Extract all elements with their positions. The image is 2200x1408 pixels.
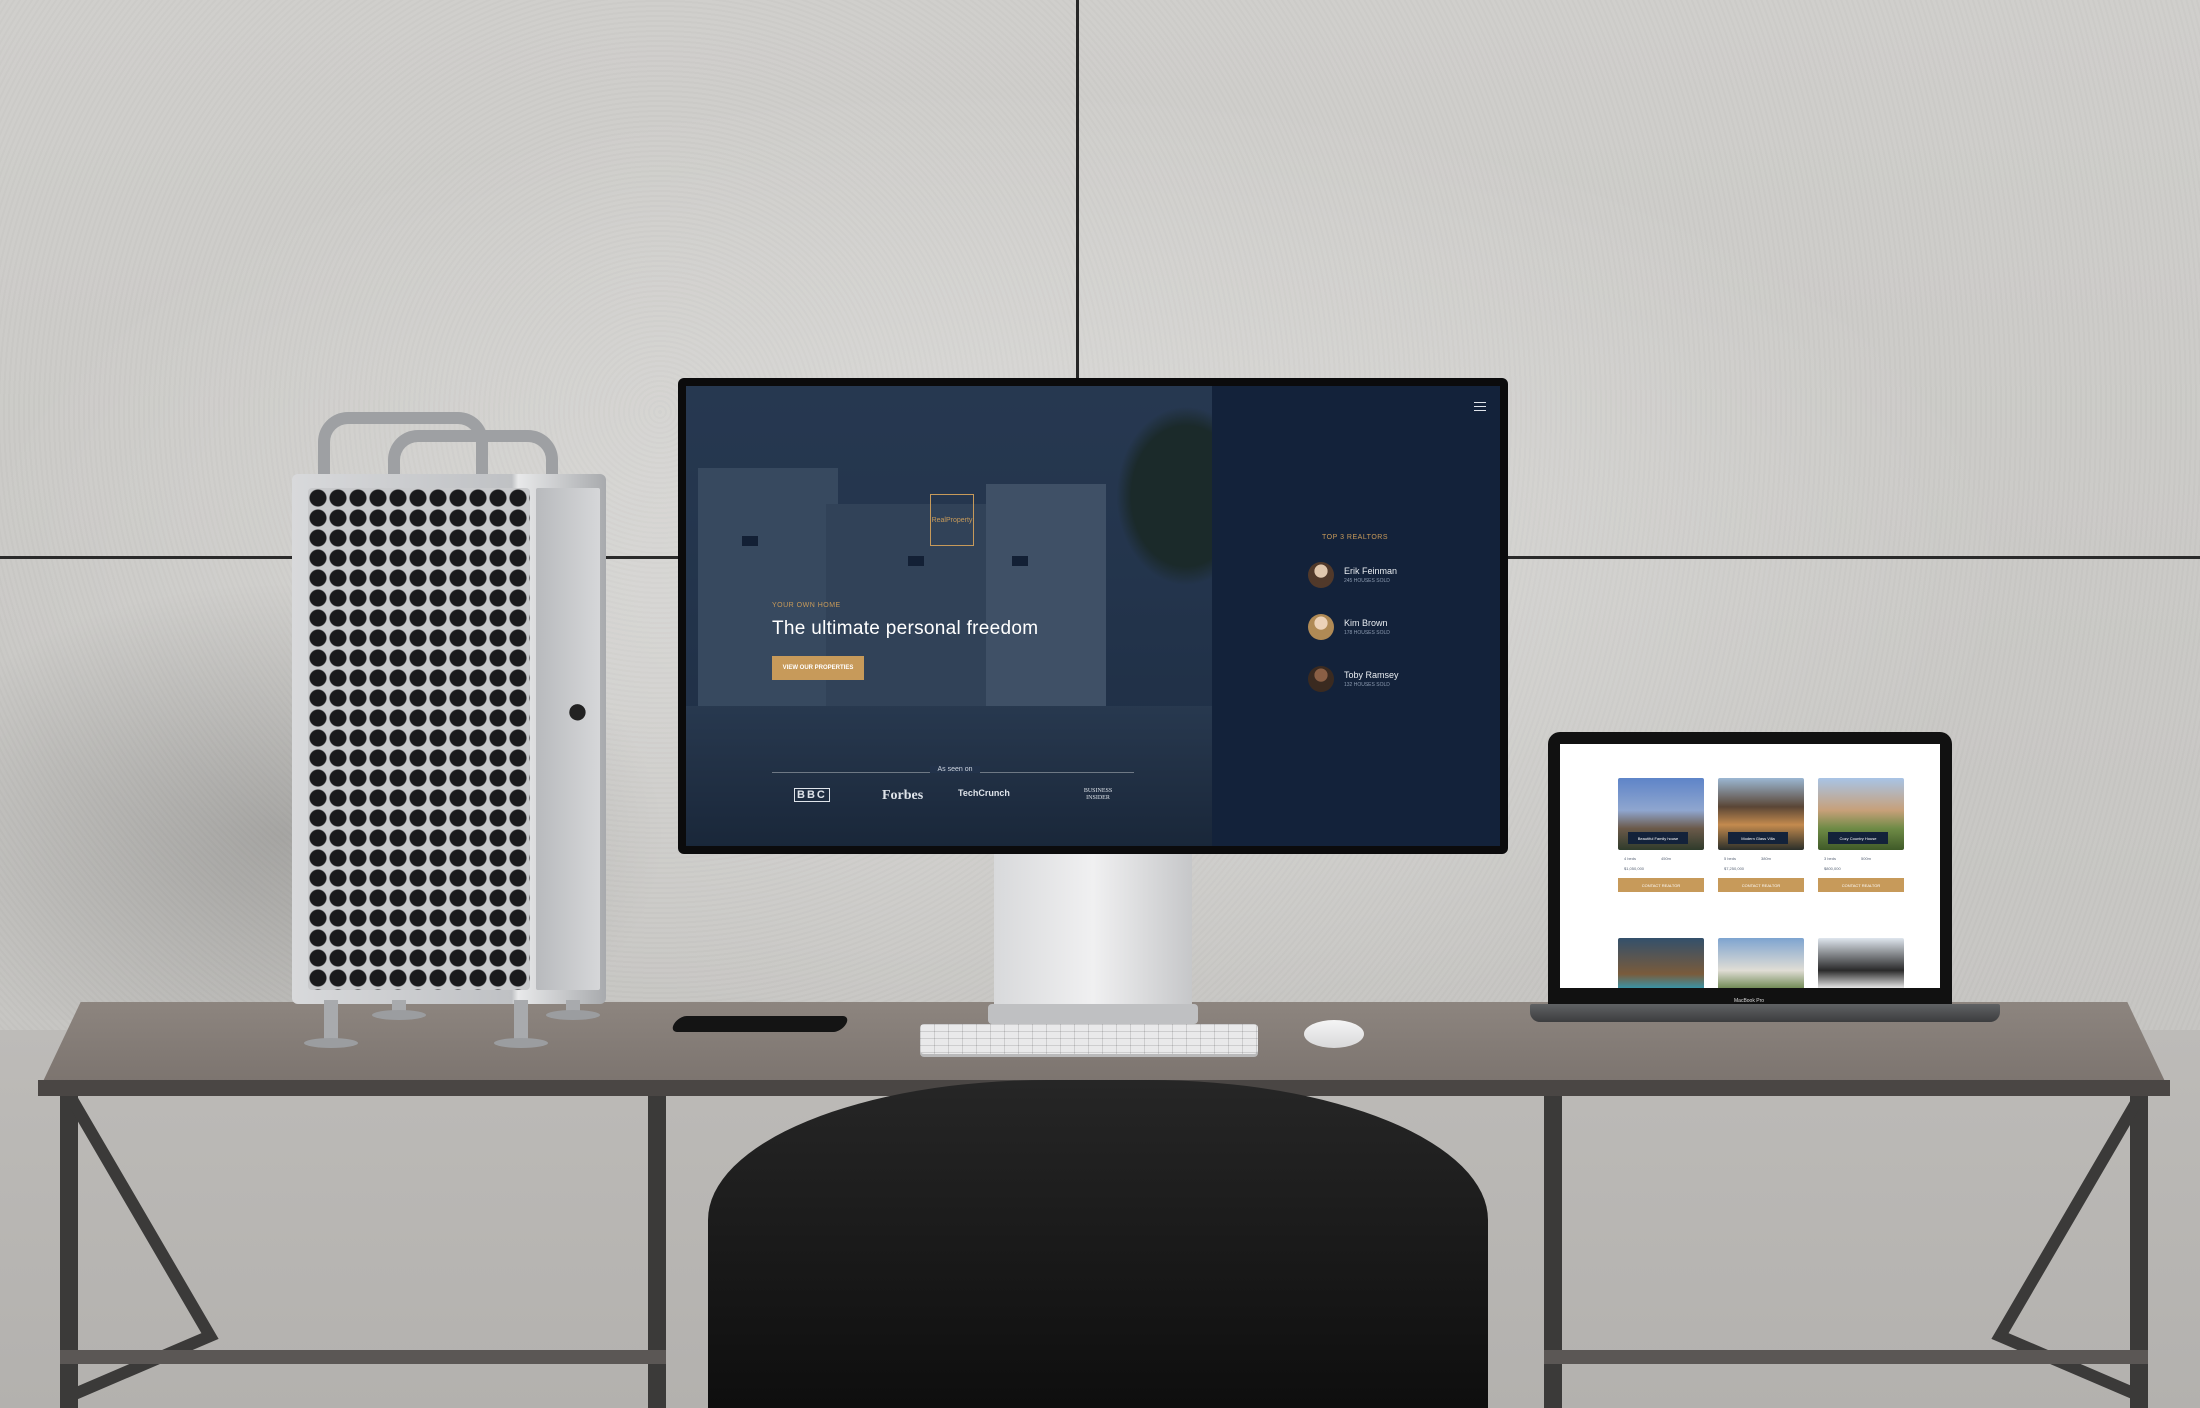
tower-foot	[494, 1000, 548, 1048]
monitor-stand-base	[988, 1004, 1198, 1024]
property-meta: 4 beds 450m $1,050,000	[1618, 850, 1704, 878]
realtors-panel: TOP 3 REALTORS Erik Feinman 245 HOUSES S…	[1212, 386, 1500, 846]
as-seen-label: As seen on	[930, 766, 980, 773]
laptop: Beautiful Family house 4 beds 450m $1,05…	[1548, 732, 1952, 1004]
property-name: Modern Glass Villa	[1728, 832, 1788, 844]
contact-realtor-button[interactable]: CONTACT REALTOR	[1818, 878, 1904, 892]
desk-shelf	[60, 1350, 666, 1364]
press-logo-bbc: BBC	[794, 788, 830, 802]
property-card[interactable]	[1718, 938, 1804, 988]
realtor-item[interactable]: Erik Feinman 245 HOUSES SOLD	[1308, 562, 1397, 588]
property-photo: Modern Glass Villa	[1718, 778, 1804, 850]
hero-title: The ultimate personal freedom	[772, 618, 1039, 639]
hamburger-icon[interactable]	[1474, 402, 1486, 414]
property-card[interactable]: Beautiful Family house 4 beds 450m $1,05…	[1618, 778, 1704, 892]
property-area: 380m	[1761, 856, 1772, 861]
office-chair	[708, 1080, 1488, 1408]
site-logo[interactable]: RealProperty	[930, 494, 974, 546]
property-card[interactable]	[1618, 938, 1704, 988]
realtor-item[interactable]: Toby Ramsey 132 HOUSES SOLD	[1308, 666, 1399, 692]
property-photo	[1618, 938, 1704, 988]
tower-foot	[546, 1000, 600, 1020]
realtor-item[interactable]: Kim Brown 178 HOUSES SOLD	[1308, 614, 1390, 640]
property-photo: Cozy Country House	[1818, 778, 1904, 850]
tower-side-panel	[536, 488, 600, 990]
realtor-sold: 245 HOUSES SOLD	[1344, 578, 1390, 584]
press-logo-techcrunch: TechCrunch	[958, 788, 1010, 798]
smartphone	[669, 1016, 851, 1032]
realtor-sold: 178 HOUSES SOLD	[1344, 630, 1390, 636]
tower-grille	[308, 488, 530, 990]
realtor-sold: 132 HOUSES SOLD	[1344, 682, 1390, 688]
property-price: $7,250,000	[1724, 866, 1745, 871]
hero-section: RealProperty YOUR OWN HOME The ultimate …	[686, 386, 1212, 846]
laptop-base	[1530, 1004, 2000, 1022]
contact-realtor-button[interactable]: CONTACT REALTOR	[1718, 878, 1804, 892]
property-photo: Beautiful Family house	[1618, 778, 1704, 850]
desk-shelf	[1544, 1350, 2148, 1364]
hero-eyebrow: YOUR OWN HOME	[772, 602, 841, 609]
realtor-name: Erik Feinman	[1344, 566, 1398, 576]
property-price: $800,000	[1824, 866, 1841, 871]
view-properties-button[interactable]: VIEW OUR PROPERTIES	[772, 656, 864, 680]
keyboard	[920, 1024, 1258, 1054]
property-meta: 3 beds 500m $800,000	[1818, 850, 1904, 878]
press-logo-business-insider: BUSINESS INSIDER	[1083, 788, 1113, 801]
wall-seam-vertical	[1076, 0, 1079, 378]
avatar	[1308, 562, 1334, 588]
avatar	[1308, 614, 1334, 640]
property-beds: 5 beds	[1724, 856, 1737, 861]
realtors-title: TOP 3 REALTORS	[1322, 534, 1389, 541]
hero-overlay	[686, 386, 1212, 846]
property-beds: 3 beds	[1824, 856, 1837, 861]
contact-realtor-button[interactable]: CONTACT REALTOR	[1618, 878, 1704, 892]
press-logo-forbes: Forbes	[882, 788, 924, 803]
property-photo	[1718, 938, 1804, 988]
property-name: Beautiful Family house	[1628, 832, 1688, 844]
property-area: 500m	[1861, 856, 1872, 861]
property-photo	[1818, 938, 1904, 988]
property-card[interactable]	[1818, 938, 1904, 988]
tower-foot	[304, 1000, 358, 1048]
property-card[interactable]: Cozy Country House 3 beds 500m $800,000 …	[1818, 778, 1904, 892]
monitor-stand	[994, 850, 1192, 1010]
property-area: 450m	[1661, 856, 1672, 861]
realtor-name: Kim Brown	[1344, 618, 1388, 628]
realtor-name: Toby Ramsey	[1344, 670, 1399, 680]
apple-logo-icon: ●	[566, 690, 589, 732]
property-beds: 4 beds	[1624, 856, 1637, 861]
property-meta: 5 beds 380m $7,250,000	[1718, 850, 1804, 878]
property-card[interactable]: Modern Glass Villa 5 beds 380m $7,250,00…	[1718, 778, 1804, 892]
mouse	[1304, 1020, 1364, 1048]
laptop-label: MacBook Pro	[1734, 998, 1765, 1004]
property-name: Cozy Country House	[1828, 832, 1888, 844]
laptop-screen: Beautiful Family house 4 beds 450m $1,05…	[1560, 744, 1940, 988]
website-screen: RealProperty YOUR OWN HOME The ultimate …	[686, 386, 1500, 846]
avatar	[1308, 666, 1334, 692]
property-price: $1,050,000	[1624, 866, 1645, 871]
monitor: RealProperty YOUR OWN HOME The ultimate …	[678, 378, 1508, 854]
tower-foot	[372, 1000, 426, 1020]
